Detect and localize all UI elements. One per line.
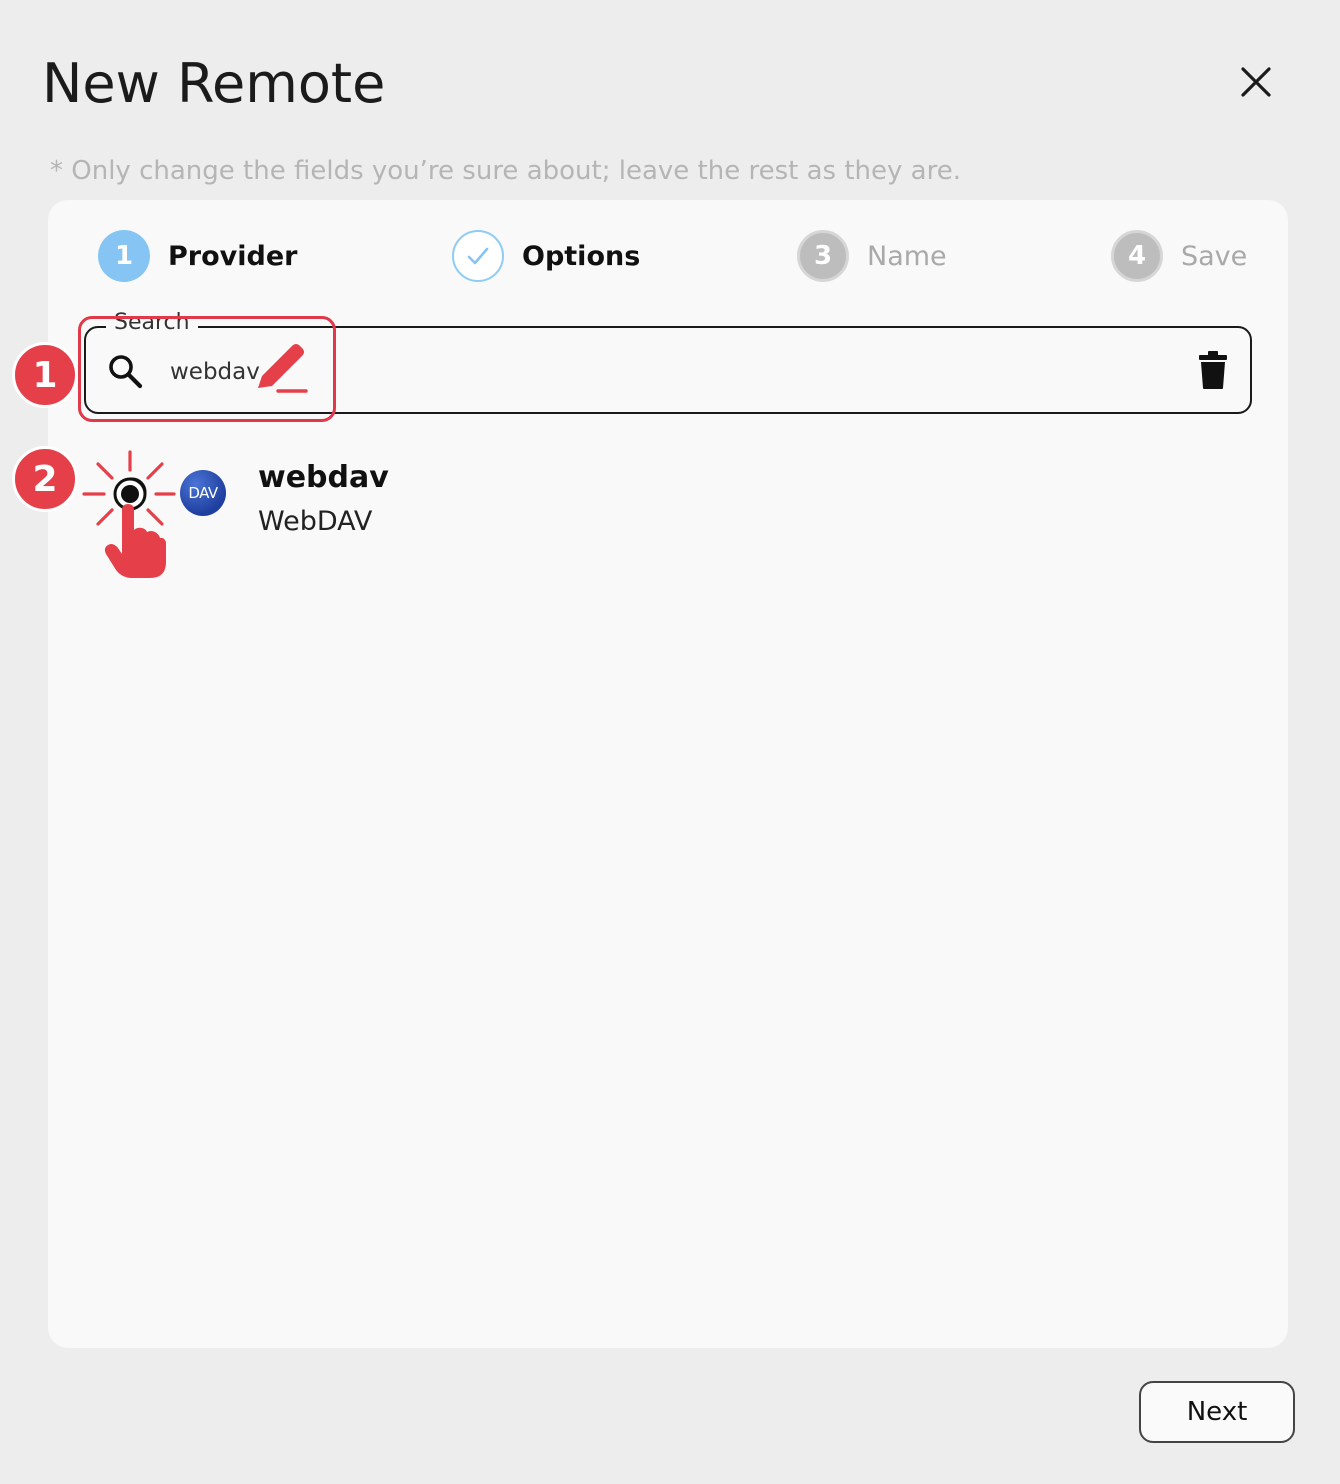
annotation-badge-1: 1 xyxy=(12,342,78,408)
trash-icon xyxy=(1199,351,1227,389)
annotation-badge-2: 2 xyxy=(12,446,78,512)
provider-description: WebDAV xyxy=(258,506,373,537)
check-icon xyxy=(467,247,489,265)
webdav-logo-icon: DAV xyxy=(180,470,226,516)
step-number: 4 xyxy=(1111,230,1163,282)
click-hand-icon xyxy=(82,450,176,578)
close-button[interactable] xyxy=(1232,58,1280,106)
next-button[interactable]: Next xyxy=(1139,1381,1295,1443)
step-number: 1 xyxy=(98,230,150,282)
step-options[interactable]: Options xyxy=(452,228,640,284)
step-label: Name xyxy=(867,240,947,272)
step-name[interactable]: 3 Name xyxy=(797,228,947,284)
step-save[interactable]: 4 Save xyxy=(1111,228,1247,284)
step-label: Options xyxy=(522,240,641,272)
clear-search-button[interactable] xyxy=(1198,350,1228,394)
pencil-icon xyxy=(258,344,308,393)
provider-name: webdav xyxy=(258,460,389,495)
hint-text: * Only change the fields you’re sure abo… xyxy=(50,156,961,186)
step-number: 3 xyxy=(797,230,849,282)
new-remote-dialog: New Remote * Only change the fields you’… xyxy=(0,0,1340,1484)
step-label: Save xyxy=(1181,240,1248,272)
step-label: Provider xyxy=(168,240,298,272)
dialog-title: New Remote xyxy=(42,52,386,115)
step-completed-circle xyxy=(452,230,504,282)
close-icon xyxy=(1241,67,1271,97)
step-provider[interactable]: 1 Provider xyxy=(98,228,297,284)
